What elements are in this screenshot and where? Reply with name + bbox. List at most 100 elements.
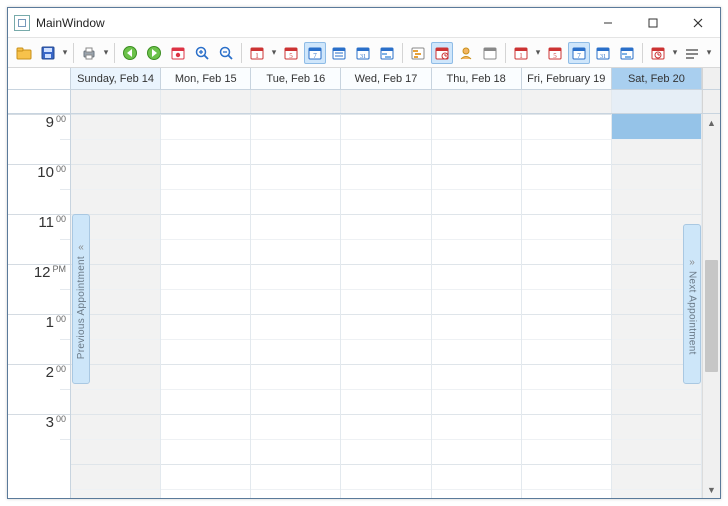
selected-time-slot[interactable] bbox=[612, 114, 701, 139]
day-header[interactable]: Fri, February 19 bbox=[522, 68, 612, 89]
allday-cell[interactable] bbox=[341, 90, 431, 113]
group-none-icon[interactable] bbox=[479, 42, 501, 64]
day-view-icon-dropdown[interactable]: ▾ bbox=[269, 47, 279, 58]
workweek-view-icon[interactable]: 5 bbox=[280, 42, 302, 64]
nav-forward-icon[interactable] bbox=[143, 42, 165, 64]
scroll-down-icon[interactable]: ▼ bbox=[703, 481, 720, 498]
scroll-up-icon[interactable]: ▲ bbox=[703, 114, 720, 131]
day-columns[interactable] bbox=[71, 114, 702, 498]
agenda-icon[interactable] bbox=[431, 42, 453, 64]
save-icon-dropdown[interactable]: ▾ bbox=[60, 47, 70, 58]
snap-workweek-icon[interactable]: 5 bbox=[544, 42, 566, 64]
day-header[interactable]: Sunday, Feb 14 bbox=[71, 68, 161, 89]
week-view-icon[interactable]: 7 bbox=[304, 42, 326, 64]
snap-week-icon[interactable]: 7 bbox=[568, 42, 590, 64]
app-icon bbox=[14, 15, 30, 31]
save-icon[interactable] bbox=[37, 42, 59, 64]
scroll-thumb[interactable] bbox=[705, 260, 718, 372]
minimize-button[interactable] bbox=[585, 8, 630, 37]
toolbar-separator bbox=[73, 43, 74, 63]
snap-day-icon-dropdown[interactable]: ▾ bbox=[533, 47, 543, 58]
chevron-left-icon: « bbox=[78, 242, 84, 253]
svg-text:7: 7 bbox=[577, 52, 581, 60]
next-appointment-label: Next Appointment bbox=[687, 271, 698, 355]
day-header[interactable]: Thu, Feb 18 bbox=[432, 68, 522, 89]
day-column[interactable] bbox=[161, 114, 251, 498]
toolbar-separator bbox=[505, 43, 506, 63]
resource-icon[interactable] bbox=[455, 42, 477, 64]
svg-text:5: 5 bbox=[553, 52, 557, 60]
time-label: 300 bbox=[8, 414, 70, 464]
open-folder-icon[interactable] bbox=[13, 42, 35, 64]
scheduler: Sunday, Feb 14Mon, Feb 15Tue, Feb 16Wed,… bbox=[8, 68, 720, 498]
more-views-icon-dropdown[interactable]: ▾ bbox=[704, 47, 714, 58]
allday-cell[interactable] bbox=[161, 90, 251, 113]
timeline-view-icon[interactable] bbox=[376, 42, 398, 64]
day-column[interactable] bbox=[522, 114, 612, 498]
print-icon-dropdown[interactable]: ▾ bbox=[101, 47, 111, 58]
close-button[interactable] bbox=[675, 8, 720, 37]
zoom-in-icon[interactable] bbox=[191, 42, 213, 64]
maximize-button[interactable] bbox=[630, 8, 675, 37]
zoom-out-icon[interactable] bbox=[215, 42, 237, 64]
snap-month-icon[interactable]: 31 bbox=[592, 42, 614, 64]
svg-text:1: 1 bbox=[519, 52, 523, 60]
svg-text:5: 5 bbox=[289, 52, 293, 60]
toolbar: ▾ ▾ 1 ▾ 5 7 31 1 ▾ 5 7 31 ▾ ▾ bbox=[8, 38, 720, 68]
scrollbar-header-spacer bbox=[702, 68, 720, 89]
time-label: 1100 bbox=[8, 214, 70, 264]
prev-appointment-label: Previous Appointment bbox=[76, 256, 87, 359]
allday-row bbox=[8, 90, 720, 114]
time-ruler: 9001000110012PM100200300 bbox=[8, 114, 71, 498]
day-header[interactable]: Wed, Feb 17 bbox=[341, 68, 431, 89]
snap-day-icon[interactable]: 1 bbox=[510, 42, 532, 64]
previous-appointment-strip[interactable]: « Previous Appointment bbox=[72, 214, 90, 384]
grid-body: 9001000110012PM100200300 ▲ ▼ « Previous … bbox=[8, 114, 720, 498]
vertical-scrollbar[interactable]: ▲ ▼ bbox=[702, 114, 720, 498]
time-gutter-allday bbox=[8, 90, 71, 113]
gantt-icon[interactable] bbox=[407, 42, 429, 64]
time-label: 1000 bbox=[8, 164, 70, 214]
chevron-right-icon: » bbox=[689, 257, 695, 268]
titlebar: MainWindow bbox=[8, 8, 720, 38]
goto-today-icon[interactable] bbox=[167, 42, 189, 64]
allday-cell[interactable] bbox=[522, 90, 612, 113]
svg-text:31: 31 bbox=[360, 54, 366, 60]
toolbar-separator bbox=[114, 43, 115, 63]
window-title: MainWindow bbox=[36, 16, 585, 30]
allday-cell[interactable] bbox=[251, 90, 341, 113]
more-views-icon[interactable] bbox=[681, 42, 703, 64]
svg-text:31: 31 bbox=[600, 54, 606, 60]
allday-cell[interactable] bbox=[432, 90, 522, 113]
time-scale-icon-dropdown[interactable]: ▾ bbox=[670, 47, 680, 58]
time-label: 12PM bbox=[8, 264, 70, 314]
fullweek-view-icon[interactable] bbox=[328, 42, 350, 64]
toolbar-separator bbox=[241, 43, 242, 63]
day-header[interactable]: Mon, Feb 15 bbox=[161, 68, 251, 89]
day-header[interactable]: Sat, Feb 20 bbox=[612, 68, 702, 89]
time-label: 900 bbox=[8, 114, 70, 164]
month-view-icon[interactable]: 31 bbox=[352, 42, 374, 64]
scrollbar-allday-spacer bbox=[702, 90, 720, 113]
time-scale-icon[interactable] bbox=[647, 42, 669, 64]
print-icon[interactable] bbox=[78, 42, 100, 64]
time-label: 200 bbox=[8, 364, 70, 414]
snap-timeline-icon[interactable] bbox=[616, 42, 638, 64]
day-header-row: Sunday, Feb 14Mon, Feb 15Tue, Feb 16Wed,… bbox=[8, 68, 720, 90]
day-header[interactable]: Tue, Feb 16 bbox=[251, 68, 341, 89]
svg-text:7: 7 bbox=[313, 52, 317, 60]
time-label: 100 bbox=[8, 314, 70, 364]
allday-cell[interactable] bbox=[612, 90, 702, 113]
day-column[interactable] bbox=[432, 114, 522, 498]
day-view-icon[interactable]: 1 bbox=[246, 42, 268, 64]
time-gutter-header bbox=[8, 68, 71, 89]
main-window: MainWindow ▾ ▾ 1 ▾ 5 7 31 1 ▾ 5 7 31 ▾ ▾ Sunday, Feb … bbox=[7, 7, 721, 499]
toolbar-separator bbox=[642, 43, 643, 63]
day-column[interactable] bbox=[341, 114, 431, 498]
allday-cell[interactable] bbox=[71, 90, 161, 113]
next-appointment-strip[interactable]: » Next Appointment bbox=[683, 224, 701, 384]
toolbar-separator bbox=[402, 43, 403, 63]
svg-text:1: 1 bbox=[255, 52, 259, 60]
day-column[interactable] bbox=[251, 114, 341, 498]
nav-back-icon[interactable] bbox=[119, 42, 141, 64]
